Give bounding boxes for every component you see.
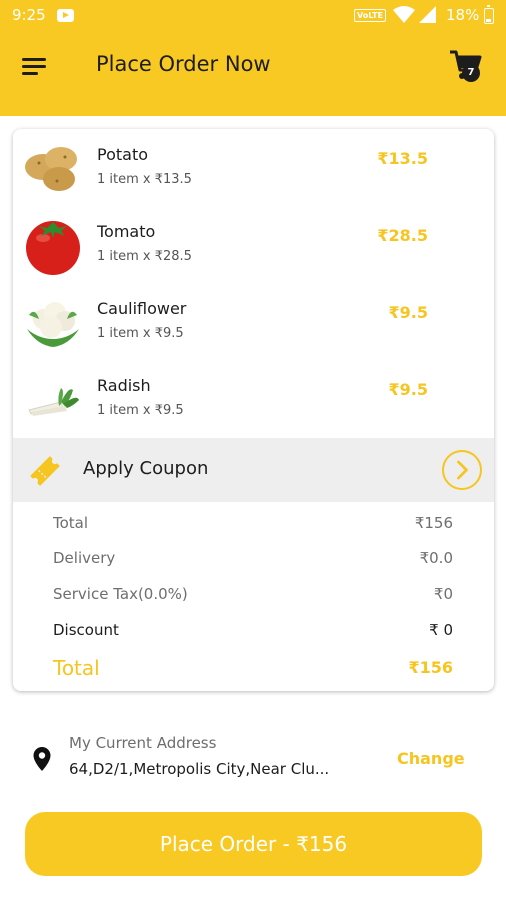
cart-count-badge: 7 (462, 64, 480, 82)
list-item: Radish 1 item x ₹9.5 ₹9.5 (13, 360, 494, 437)
apply-coupon-row[interactable]: Apply Coupon (13, 438, 494, 502)
service-tax-row: Service Tax(0.0%) ₹0 (53, 585, 453, 607)
item-price: ₹13.5 (377, 149, 428, 168)
item-quantity: 1 item x ₹28.5 (97, 249, 192, 264)
delivery-row: Delivery ₹0.0 (53, 549, 453, 571)
item-name: Potato (97, 145, 149, 164)
discount-label: Discount (53, 621, 119, 639)
item-name: Radish (97, 376, 151, 395)
list-item: Cauliflower 1 item x ₹9.5 ₹9.5 (13, 283, 494, 360)
delivery-address-section: My Current Address 64,D2/1,Metropolis Ci… (0, 720, 506, 800)
ticket-icon (30, 456, 60, 486)
address-label: My Current Address (69, 734, 217, 752)
wifi-icon (393, 6, 415, 23)
delivery-label: Delivery (53, 549, 116, 567)
change-address-button[interactable]: Change (397, 749, 465, 768)
subtotal-row: Total ₹156 (53, 514, 453, 536)
page-title: Place Order Now (96, 52, 271, 76)
app-bar: Place Order Now 7 (0, 32, 506, 116)
apply-coupon-label: Apply Coupon (83, 458, 209, 479)
item-price: ₹9.5 (388, 380, 428, 399)
battery-icon (484, 5, 494, 24)
order-summary-card: Potato 1 item x ₹13.5 ₹13.5 Tomato 1 ite… (13, 129, 494, 691)
item-quantity: 1 item x ₹13.5 (97, 172, 192, 187)
item-quantity: 1 item x ₹9.5 (97, 403, 184, 418)
signal-icon (419, 6, 436, 23)
hamburger-menu-icon[interactable] (22, 56, 48, 76)
tomato-image (26, 221, 80, 275)
grand-total-row: Total ₹156 (53, 656, 453, 680)
battery-percentage: 18% (446, 6, 480, 24)
status-time: 9:25 (12, 6, 46, 24)
discount-row: Discount ₹ 0 (53, 621, 453, 643)
status-bar: 9:25 VoLTE 18% (0, 0, 506, 32)
item-name: Tomato (97, 222, 156, 241)
youtube-notification-icon (57, 9, 74, 22)
address-text: 64,D2/1,Metropolis City,Near Clu... (69, 760, 330, 778)
subtotal-value: ₹156 (414, 514, 453, 532)
list-item: Tomato 1 item x ₹28.5 ₹28.5 (13, 206, 494, 283)
radish-image (28, 388, 79, 416)
service-tax-value: ₹0 (433, 585, 453, 603)
service-tax-label: Service Tax(0.0%) (53, 585, 188, 603)
list-item: Potato 1 item x ₹13.5 ₹13.5 (13, 129, 494, 206)
location-pin-icon (33, 747, 51, 771)
subtotal-label: Total (53, 514, 89, 532)
item-name: Cauliflower (97, 299, 187, 318)
item-price: ₹28.5 (377, 226, 428, 245)
grand-total-label: Total (53, 656, 100, 680)
delivery-value: ₹0.0 (419, 549, 453, 567)
discount-value: ₹ 0 (429, 621, 453, 639)
item-quantity: 1 item x ₹9.5 (97, 326, 184, 341)
chevron-right-icon[interactable] (442, 450, 482, 490)
place-order-button[interactable]: Place Order - ₹156 (25, 812, 482, 876)
item-price: ₹9.5 (388, 303, 428, 322)
cauliflower-image (27, 302, 79, 347)
volte-indicator: VoLTE (354, 9, 386, 22)
grand-total-value: ₹156 (408, 658, 453, 677)
potato-image (25, 147, 77, 191)
